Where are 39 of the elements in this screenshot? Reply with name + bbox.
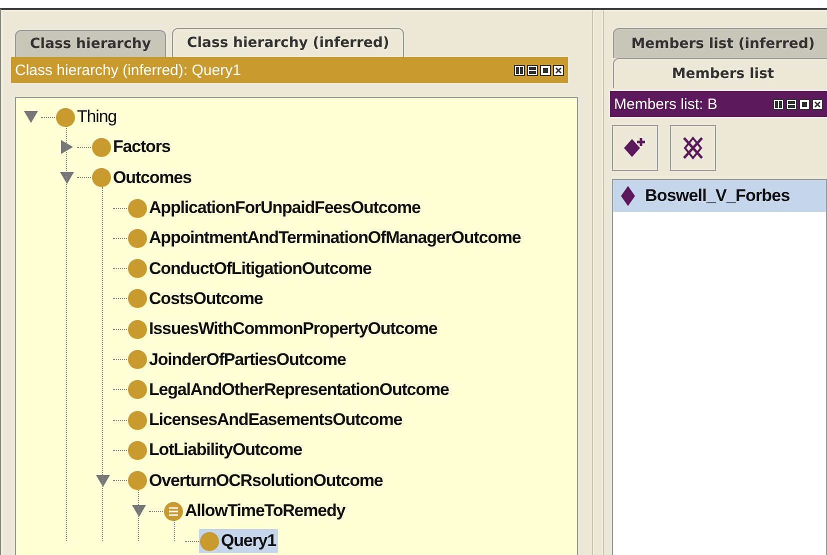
rows-icon[interactable]: [527, 64, 538, 76]
panel-title: Class hierarchy (inferred): Query1: [15, 62, 241, 78]
tree-item[interactable]: LegalAndOtherRepresentationOutcome: [127, 378, 451, 402]
tree-item[interactable]: LicensesAndEasementsOutcome: [127, 408, 404, 432]
panel-title: Members list: B: [614, 96, 718, 112]
tree-item[interactable]: LotLiabilityOutcome: [127, 438, 304, 462]
close-icon[interactable]: [553, 64, 564, 76]
tree-item[interactable]: Query1: [199, 529, 278, 554]
tree-item[interactable]: ConductOfLitigationOutcome: [127, 256, 374, 281]
tab[interactable]: Members list (inferred): [613, 28, 827, 58]
maximize-icon[interactable]: [540, 64, 551, 76]
collapse-arrow-icon[interactable]: [24, 111, 38, 124]
tree-item[interactable]: AllowTimeToRemedy: [163, 499, 348, 523]
tab[interactable]: Members list: [613, 58, 827, 88]
add-individual-button[interactable]: [612, 125, 658, 171]
tree-item[interactable]: JoinderOfPartiesOutcome: [127, 348, 348, 372]
columns-icon[interactable]: [514, 64, 525, 76]
tree-item[interactable]: CostsOutcome: [127, 286, 265, 311]
individual-icon: [621, 186, 635, 206]
tree-item[interactable]: ApplicationForUnpaidFeesOutcome: [127, 196, 422, 220]
member-item[interactable]: Boswell_V_Forbes: [613, 180, 826, 212]
tab[interactable]: Class hierarchy: [15, 30, 166, 57]
tab[interactable]: Class hierarchy (inferred): [172, 28, 404, 57]
columns-icon[interactable]: [773, 98, 784, 110]
crossed-diamond-icon: [680, 135, 706, 161]
tree-item[interactable]: Outcomes: [91, 166, 194, 190]
tree-item[interactable]: Thing: [55, 105, 119, 130]
close-icon[interactable]: [812, 98, 823, 110]
collapse-arrow-icon[interactable]: [132, 505, 146, 517]
tree-item[interactable]: Factors: [91, 135, 172, 160]
tree-item[interactable]: OverturnOCRsolutionOutcome: [127, 468, 385, 493]
tree-item[interactable]: IssuesWithCommonPropertyOutcome: [127, 317, 440, 342]
maximize-icon[interactable]: [799, 98, 810, 110]
rows-icon[interactable]: [786, 98, 797, 110]
expand-arrow-icon[interactable]: [61, 140, 73, 154]
collapse-arrow-icon[interactable]: [60, 172, 74, 184]
collapse-arrow-icon[interactable]: [96, 474, 110, 487]
tree-item[interactable]: AppointmentAndTerminationOfManagerOutcome: [127, 226, 523, 250]
delete-individual-button[interactable]: [670, 125, 716, 171]
